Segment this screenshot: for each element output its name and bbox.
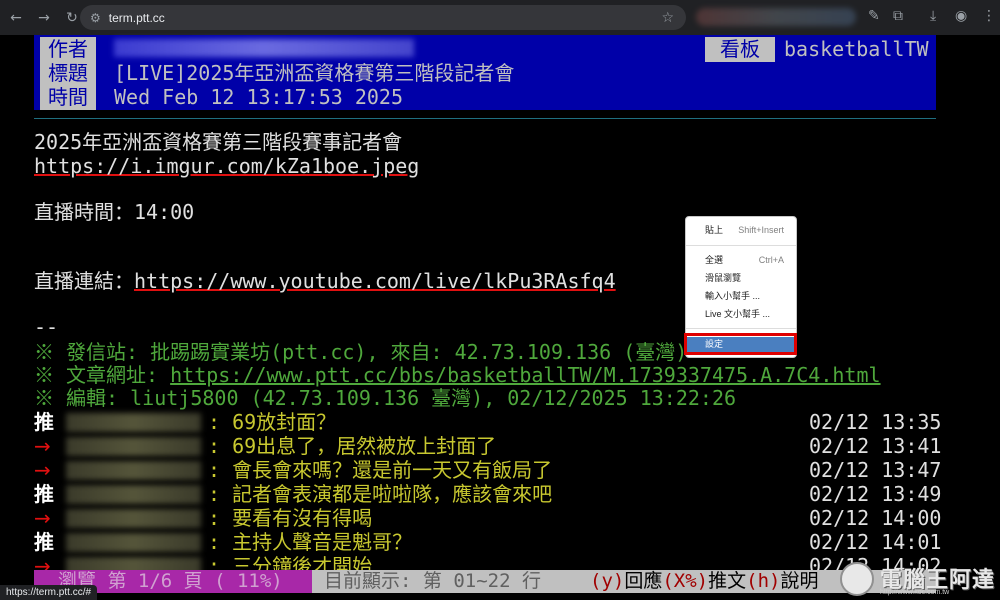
download-icon[interactable]: ⤓ xyxy=(930,8,936,24)
hover-url-status: https://term.ptt.cc/# xyxy=(0,585,98,600)
live-time-line: 直播時間：14:00 xyxy=(34,201,194,224)
push-user-blurred xyxy=(66,485,201,504)
watermark-sub: http://www.koc.com.tw xyxy=(880,589,950,596)
back-icon[interactable]: ← xyxy=(4,6,28,30)
menu-item-input-helper[interactable]: 輸入小幫手 ... xyxy=(686,289,796,304)
title-value: [LIVE]2025年亞洲盃資格賽第三階段記者會 xyxy=(114,61,515,85)
site-info-icon[interactable]: ⚙ xyxy=(90,11,101,25)
push-hint: 推文 xyxy=(708,570,747,592)
line-indicator: 目前顯示: 第 01~22 行 xyxy=(324,570,541,592)
youtube-link[interactable]: https://www.youtube.com/live/lkPu3RAsfq4 xyxy=(134,269,616,293)
push-user-blurred xyxy=(66,437,201,456)
push-user-blurred xyxy=(66,533,201,552)
push-key: (X%) xyxy=(662,570,709,592)
push-text: : 會長會來嗎？還是前一天又有飯局了 xyxy=(208,458,553,482)
menu-item-select-all[interactable]: 全選 Ctrl+A xyxy=(686,253,796,268)
push-text: : 記者會表演都是啦啦隊，應該會來吧 xyxy=(208,482,553,506)
menu-item-live-helper[interactable]: Live 文小幫手 ... xyxy=(686,307,796,322)
command-hints: (y)回應(X%)推文(h)說明 xyxy=(590,570,818,593)
highlight-box xyxy=(684,333,797,355)
live-link-label: 直播連結： xyxy=(34,269,134,293)
push-time: 02/12 13:41 xyxy=(809,434,942,458)
article-line-1: 2025年亞洲盃資格賽第三階段賽事記者會 xyxy=(34,130,403,154)
board-value: basketballTW xyxy=(784,37,929,61)
author-label: 作者 xyxy=(40,37,96,62)
time-label: 時間 xyxy=(40,85,96,110)
push-user-blurred xyxy=(66,509,201,528)
watermark: 電腦王阿達 http://www.koc.com.tw xyxy=(840,560,1000,600)
signature-separator: -- xyxy=(34,315,59,339)
push-text: : 要看有沒有得喝 xyxy=(208,506,373,530)
reply-key: (y) xyxy=(590,570,625,592)
push-time: 02/12 13:47 xyxy=(809,458,942,482)
push-user-blurred xyxy=(66,461,201,480)
header-separator xyxy=(34,118,936,119)
url-label: ※ 文章網址: xyxy=(34,363,171,387)
push-text: : 69放封面？ xyxy=(208,410,337,434)
forward-icon[interactable]: → xyxy=(32,6,56,30)
paste-shortcut: Shift+Insert xyxy=(738,225,784,235)
menu-kebab-icon[interactable]: ⋮ xyxy=(982,8,996,24)
select-all-shortcut: Ctrl+A xyxy=(758,255,784,265)
extension-icon[interactable]: ✎ xyxy=(868,8,880,24)
menu-separator xyxy=(686,328,796,329)
bookmark-star-icon[interactable]: ☆ xyxy=(661,10,674,26)
author-value-blurred xyxy=(114,39,414,57)
blurred-extensions xyxy=(696,8,856,26)
menu-item-paste[interactable]: 貼上 Shift+Insert xyxy=(686,223,796,238)
push-tag: 推 xyxy=(34,410,54,434)
live-time-value: 14:00 xyxy=(134,200,195,224)
push-tag: 推 xyxy=(34,530,54,554)
live-link-line: 直播連結：https://www.youtube.com/live/lkPu3R… xyxy=(34,270,616,293)
ptt-terminal[interactable]: 作者 看板 basketballTW 標題 [LIVE]2025年亞洲盃資格賽第… xyxy=(34,35,941,600)
profile-icon[interactable]: ◉ xyxy=(955,8,967,24)
edit-line: ※ 編輯: liutj5800 (42.73.109.136 臺灣), 02/1… xyxy=(34,386,737,410)
article-url-link[interactable]: https://www.ptt.cc/bbs/basketballTW/M.17… xyxy=(170,363,880,387)
board-label: 看板 xyxy=(705,37,775,62)
push-time: 02/12 13:35 xyxy=(809,410,942,434)
status-bar: 瀏覽 第 1/6 頁 ( 11%) 目前顯示: 第 01~22 行 (y)回應(… xyxy=(34,570,936,593)
push-tag: → xyxy=(34,458,51,482)
title-label: 標題 xyxy=(40,61,96,86)
push-time: 02/12 14:01 xyxy=(809,530,942,554)
article-header: 作者 看板 basketballTW 標題 [LIVE]2025年亞洲盃資格賽第… xyxy=(34,35,936,110)
source-line: ※ 發信站: 批踢踢實業坊(ptt.cc), 來自: 42.73.109.136… xyxy=(34,340,688,364)
extensions-puzzle-icon[interactable]: ⧉ xyxy=(893,8,903,24)
menu-item-mouse-browse[interactable]: 滑鼠瀏覽 xyxy=(686,271,796,286)
url-text[interactable]: term.ptt.cc xyxy=(109,11,165,25)
url-line: ※ 文章網址: https://www.ptt.cc/bbs/basketbal… xyxy=(34,364,881,387)
reply-hint: 回應 xyxy=(624,570,663,592)
push-tag: → xyxy=(34,506,51,530)
image-link[interactable]: https://i.imgur.com/kZa1boe.jpeg xyxy=(34,155,419,178)
help-key: (h) xyxy=(746,570,781,592)
time-value: Wed Feb 12 13:17:53 2025 xyxy=(114,85,403,109)
menu-separator xyxy=(686,245,796,246)
push-time: 02/12 13:49 xyxy=(809,482,942,506)
browser-toolbar: ← → ↻ ⚙ term.ptt.cc ☆ ✎ ⧉ ⤓ ◉ ⋮ xyxy=(0,0,1000,35)
address-bar[interactable]: ⚙ term.ptt.cc ☆ xyxy=(80,5,686,30)
live-time-label: 直播時間： xyxy=(34,200,134,224)
push-text: : 69出息了，居然被放上封面了 xyxy=(208,434,497,458)
push-tag: 推 xyxy=(34,482,54,506)
help-hint: 說明 xyxy=(780,570,819,592)
watermark-logo-icon xyxy=(840,562,874,596)
push-tag: → xyxy=(34,434,51,458)
push-user-blurred xyxy=(66,413,201,432)
push-time: 02/12 14:00 xyxy=(809,506,942,530)
push-text: : 主持人聲音是魁哥？ xyxy=(208,530,413,554)
